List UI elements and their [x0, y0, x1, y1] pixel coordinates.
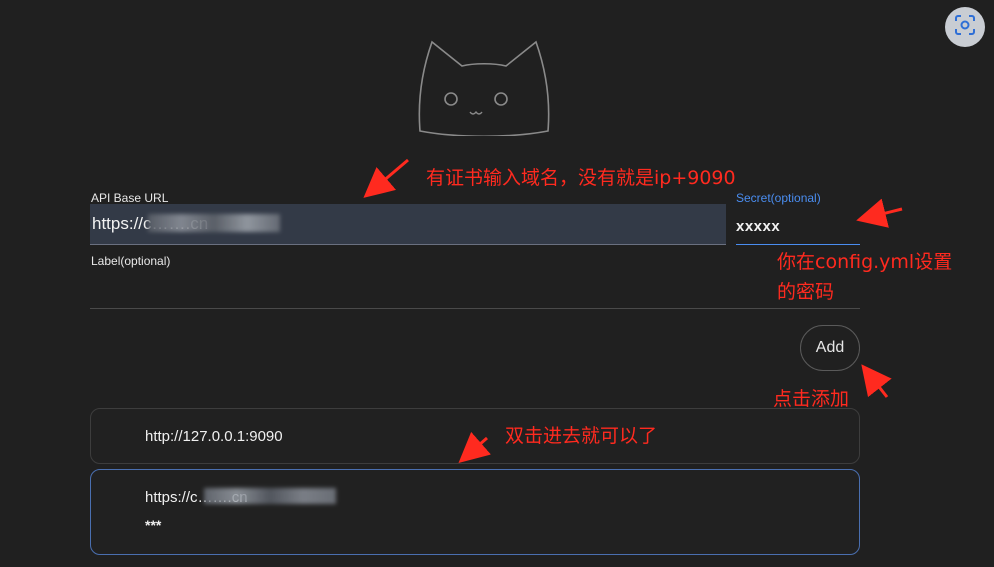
backend-item[interactable]: http://127.0.0.1:9090: [90, 408, 860, 464]
url-arrow: [363, 158, 409, 198]
label-input[interactable]: [90, 270, 860, 306]
secret-arrow: [856, 198, 903, 228]
secret-label: Secret(optional): [736, 191, 821, 205]
label-input-underline: [90, 308, 860, 309]
scan-icon: [954, 14, 976, 41]
add-arrow: [861, 364, 892, 398]
redaction-blur: [148, 214, 280, 232]
list-annotation: 双击进去就可以了: [505, 425, 658, 447]
api-base-url-label: API Base URL: [91, 191, 169, 205]
add-annotation: 点击添加: [773, 388, 850, 410]
backend-item-selected[interactable]: https://c…….cn ***: [90, 469, 860, 555]
cat-logo-icon: [416, 36, 552, 141]
secret-value: xxxxx: [736, 217, 781, 235]
backend-secret: ***: [145, 517, 162, 533]
label-field-label: Label(optional): [91, 254, 171, 268]
redaction-blur: [204, 488, 336, 504]
secret-annotation-line1: 你在config.yml设置: [777, 251, 953, 273]
scan-button[interactable]: [945, 7, 985, 47]
secret-input[interactable]: xxxxx: [736, 208, 860, 245]
backend-url: http://127.0.0.1:9090: [145, 428, 283, 445]
add-button[interactable]: Add: [800, 325, 860, 371]
url-annotation: 有证书输入域名，没有就是ip+9090: [426, 167, 736, 189]
secret-annotation-line2: 的密码: [777, 281, 835, 303]
